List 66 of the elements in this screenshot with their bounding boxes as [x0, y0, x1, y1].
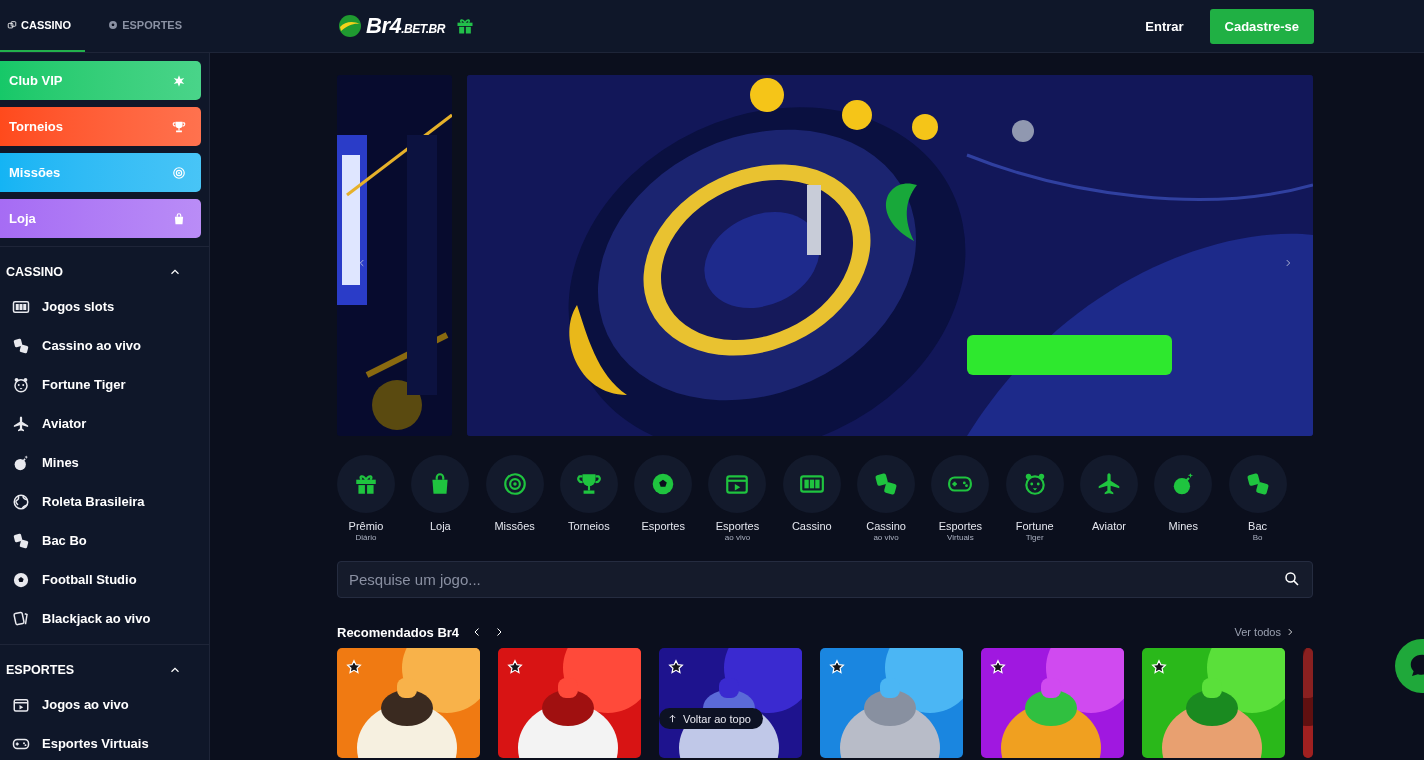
casino-icon — [7, 20, 17, 30]
logo-icon — [338, 14, 362, 38]
tiger-icon — [12, 375, 30, 394]
star-icon[interactable] — [829, 659, 845, 675]
globe-icon — [12, 492, 30, 511]
quick-link-label: Cassino — [791, 520, 832, 532]
section-title: CASSINO — [6, 265, 63, 279]
quick-link-label: Torneios — [568, 520, 610, 532]
back-to-top-button[interactable]: Voltar ao topo — [659, 708, 763, 729]
trophy-icon — [172, 119, 186, 134]
star-icon[interactable] — [507, 659, 523, 675]
quick-link-sublabel: Bo — [1252, 533, 1263, 542]
dice-icon — [12, 336, 30, 355]
sidebar-item[interactable]: Mines — [42, 455, 79, 470]
sidebar-item[interactable]: Football Studio — [42, 572, 137, 587]
trophy-icon — [575, 471, 602, 497]
star-icon[interactable] — [1151, 659, 1167, 675]
quick-link-sublabel: ao vivo — [724, 533, 751, 542]
quick-link-label: Esportes — [641, 520, 685, 532]
sidebar-item[interactable]: Jogos ao vivo — [42, 697, 129, 712]
search-field[interactable]: Pesquise um jogo... — [337, 561, 1313, 598]
quick-link-label: Missões — [494, 520, 535, 532]
star-icon[interactable] — [346, 659, 362, 675]
quick-link-label: Loja — [429, 520, 451, 532]
dice-icon — [12, 531, 30, 550]
quick-link-sublabel: ao vivo — [873, 533, 899, 542]
quick-link-label: Esportes — [938, 520, 983, 532]
target-icon — [172, 165, 186, 180]
arrow-up-icon — [667, 713, 678, 724]
quick-link-label: Mines — [1168, 520, 1198, 532]
quick-link-label: Bac — [1248, 520, 1268, 532]
login-link[interactable]: Entrar — [1145, 18, 1184, 34]
star-icon[interactable] — [668, 659, 684, 675]
sidebar-item[interactable]: Aviator — [42, 416, 87, 431]
soccer-ball-icon — [12, 570, 30, 589]
section-title: ESPORTES — [6, 663, 75, 677]
target-icon — [501, 471, 528, 497]
sidebar-item[interactable]: Bac Bo — [42, 533, 87, 548]
sidebar-item[interactable]: Cassino ao vivo — [42, 338, 141, 353]
search-icon[interactable] — [1283, 570, 1301, 588]
chevron-left-icon[interactable] — [357, 258, 367, 268]
bomb-icon — [12, 453, 30, 472]
quick-link-sublabel: Virtuais — [947, 533, 974, 542]
star-burst-icon — [172, 73, 186, 88]
quick-link-label: Cassino — [866, 520, 906, 532]
chevron-right-icon[interactable] — [1285, 627, 1295, 637]
quick-link-label: Fortune — [1015, 520, 1054, 532]
sidebar-item[interactable]: Blackjack ao vivo — [42, 611, 151, 626]
sidebar-item[interactable]: Roleta Brasileira — [42, 494, 145, 509]
cards-icon — [12, 609, 30, 628]
quick-link-label: Esportes — [715, 520, 760, 532]
shopping-bag-icon — [172, 211, 186, 226]
star-icon[interactable] — [990, 659, 1006, 675]
tab[interactable]: ESPORTES — [101, 0, 191, 52]
section-title: Recomendados Br4 — [337, 624, 460, 640]
airplane-icon — [12, 414, 30, 433]
quick-link-label: Aviator — [1091, 520, 1126, 532]
quick-link-label: Prêmio — [348, 520, 384, 532]
sidebar-item[interactable]: Fortune Tiger — [42, 377, 126, 392]
quick-link-sublabel: Diário — [355, 533, 377, 542]
sidebar-item[interactable]: Esportes Virtuais — [42, 736, 149, 751]
soccer-ball-icon — [108, 20, 119, 30]
sidebar-item[interactable]: Jogos slots — [42, 299, 115, 314]
see-all-link[interactable]: Ver todos — [1234, 626, 1281, 638]
logo-text: Br4.BET.BR — [366, 13, 445, 39]
quick-link-sublabel: Tiger — [1025, 533, 1044, 542]
